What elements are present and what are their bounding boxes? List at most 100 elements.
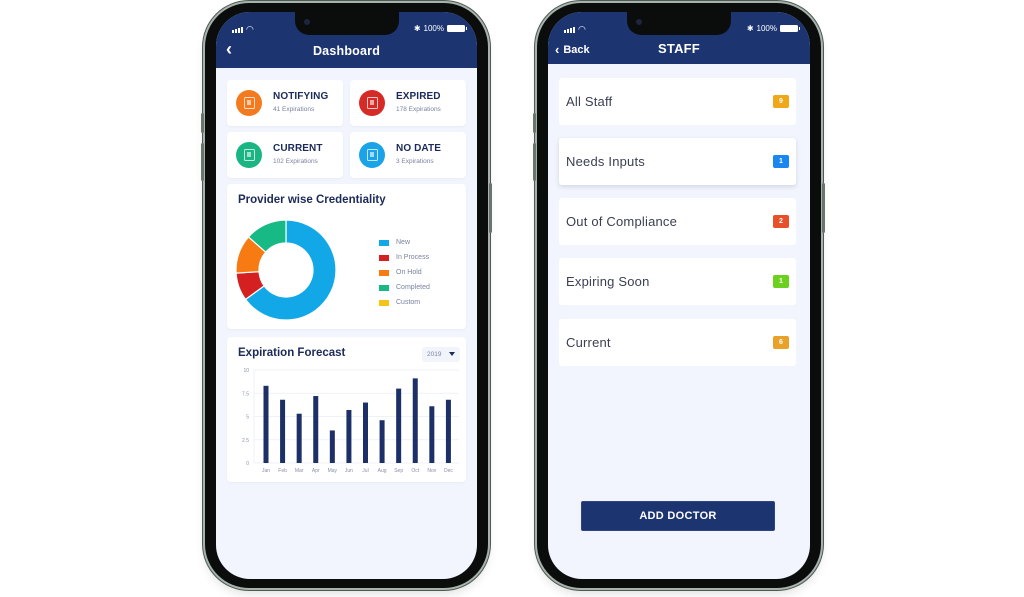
bar-may — [329, 430, 335, 463]
battery-percent: 100% — [756, 24, 777, 33]
count-badge: 2 — [773, 215, 789, 228]
x-tick-label: Sep — [394, 468, 403, 474]
legend-label: Completed — [396, 284, 430, 291]
x-tick-label: Jul — [362, 468, 368, 474]
legend-swatch — [379, 284, 389, 291]
status-left: ◠ — [232, 24, 254, 34]
year-select[interactable]: 2019 — [422, 347, 460, 362]
row-label: All Staff — [566, 94, 613, 109]
document-icon — [236, 142, 262, 168]
count-badge: 1 — [773, 155, 789, 168]
donut-chart — [235, 219, 337, 321]
x-tick-label: Feb — [278, 468, 287, 474]
bluetooth-icon: ✱ — [413, 24, 421, 33]
staff-row-out-of-compliance[interactable]: Out of Compliance 2 — [559, 198, 796, 245]
count-badge: 1 — [773, 275, 789, 288]
count-badge: 9 — [773, 95, 789, 108]
stat-subtitle: 3 Expirations — [396, 158, 434, 165]
x-tick-label: Oct — [411, 468, 419, 474]
legend-label: Custom — [396, 299, 421, 306]
stat-card-current[interactable]: CURRENT 102 Expirations — [227, 132, 343, 178]
bar-chart: 0 2.5 5 7.5 10 Jan Feb Mar Apr May Jun Jul Aug Sep Oct… — [242, 368, 459, 474]
x-tick-label: Apr — [312, 468, 320, 474]
page-title: STAFF — [658, 41, 700, 56]
bar-aug — [379, 420, 385, 463]
side-button — [533, 143, 536, 181]
x-tick-label: Jan — [262, 468, 270, 474]
status-right: ✱ 100% — [413, 24, 467, 33]
credentiality-card: Provider wise Credentiality New In Proces… — [227, 184, 466, 329]
side-button — [822, 183, 825, 233]
signal-icon — [232, 27, 243, 33]
side-button — [489, 183, 492, 233]
side-button — [201, 143, 204, 181]
legend-swatch — [379, 239, 389, 246]
dashboard-screen: ◠ ✱ 100% ‹ Dashboard NOTIFYING 41 Expira… — [216, 12, 477, 579]
row-label: Current — [566, 335, 611, 350]
legend-label: New — [396, 239, 411, 246]
notch — [627, 12, 731, 35]
legend-item-new: New — [379, 235, 430, 250]
stat-title: EXPIRED — [396, 91, 441, 102]
bar-nov — [429, 406, 435, 463]
stat-subtitle: 41 Expirations — [273, 106, 315, 113]
forecast-title: Expiration Forecast — [238, 347, 346, 359]
donut-legend: New In Process On Hold Completed Custom — [379, 235, 430, 310]
add-doctor-button[interactable]: ADD DOCTOR — [581, 501, 775, 531]
stat-card-expired[interactable]: EXPIRED 178 Expirations — [350, 80, 466, 126]
x-tick-label: Aug — [378, 468, 387, 474]
status-right: ✱ 100% — [746, 24, 800, 33]
x-tick-label: Nov — [427, 468, 436, 474]
legend-item-in-process: In Process — [379, 250, 430, 265]
x-tick-label: May — [328, 468, 338, 474]
legend-swatch — [379, 269, 389, 276]
stat-card-notifying[interactable]: NOTIFYING 41 Expirations — [227, 80, 343, 126]
status-left: ◠ — [564, 24, 586, 34]
row-label: Out of Compliance — [566, 214, 678, 229]
legend-item-on-hold: On Hold — [379, 265, 430, 280]
document-icon — [359, 142, 385, 168]
stat-title: CURRENT — [273, 143, 323, 154]
wifi-icon: ◠ — [578, 24, 586, 34]
stat-card-no-date[interactable]: NO DATE 3 Expirations — [350, 132, 466, 178]
x-tick-label: Jun — [345, 468, 353, 474]
bar-apr — [313, 396, 319, 463]
signal-icon — [564, 27, 575, 33]
legend-swatch — [379, 254, 389, 261]
staff-screen: ◠ ✱ 100% ‹ Back STAFF All Staff 9 Needs … — [548, 12, 810, 579]
y-tick-label: 7.5 — [242, 391, 249, 397]
page-title: Dashboard — [312, 44, 381, 58]
bar-jan — [263, 385, 269, 463]
forecast-card: Expiration Forecast 2019 0 2.5 5 7.5 10 Jan Fe… — [227, 337, 466, 482]
camera — [303, 19, 310, 25]
side-button — [201, 113, 204, 133]
battery-icon — [780, 25, 800, 32]
bar-oct — [412, 378, 418, 463]
caret-down-icon — [449, 352, 455, 356]
side-button — [533, 113, 536, 133]
staff-row-needs-inputs[interactable]: Needs Inputs 1 — [559, 138, 796, 185]
stat-title: NO DATE — [396, 143, 441, 154]
staff-row-current[interactable]: Current 6 — [559, 319, 796, 366]
x-tick-label: Dec — [444, 468, 453, 474]
y-tick-label: 10 — [243, 368, 249, 374]
legend-item-custom: Custom — [379, 295, 430, 310]
document-icon — [236, 90, 262, 116]
legend-item-completed: Completed — [379, 280, 430, 295]
bluetooth-icon: ✱ — [746, 24, 754, 33]
battery-percent: 100% — [423, 24, 444, 33]
wifi-icon: ◠ — [246, 24, 254, 34]
bar-mar — [296, 413, 302, 463]
staff-row-expiring-soon[interactable]: Expiring Soon 1 — [559, 258, 796, 305]
staff-row-all-staff[interactable]: All Staff 9 — [559, 78, 796, 125]
bar-sep — [396, 388, 402, 463]
bar-jun — [346, 409, 352, 463]
legend-label: In Process — [396, 254, 430, 261]
battery-icon — [447, 25, 467, 32]
bar-dec — [445, 399, 451, 463]
stat-title: NOTIFYING — [273, 91, 329, 102]
bar-jul — [363, 402, 368, 463]
phone-staff: ◠ ✱ 100% ‹ Back STAFF All Staff 9 Needs … — [533, 3, 825, 588]
phone-dashboard: ◠ ✱ 100% ‹ Dashboard NOTIFYING 41 Expira… — [201, 3, 492, 588]
y-tick-label: 5 — [246, 415, 249, 421]
